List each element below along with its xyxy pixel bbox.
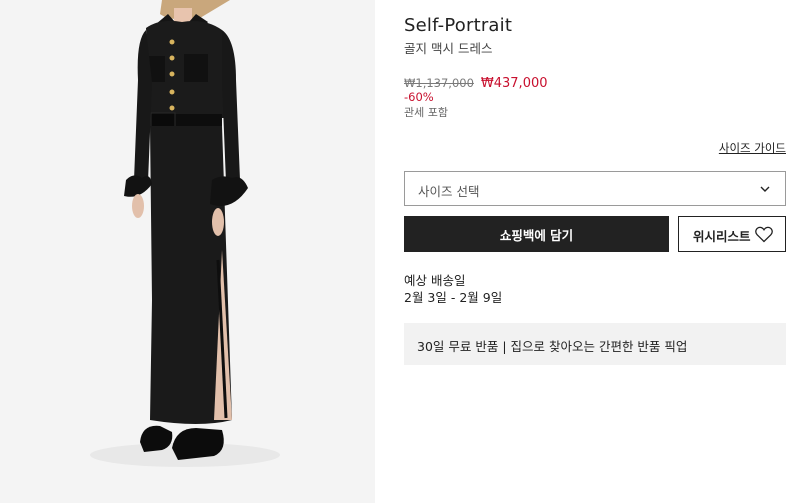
size-guide-link[interactable]: 사이즈 가이드	[719, 140, 786, 156]
brand-name[interactable]: Self-Portrait	[404, 15, 512, 36]
wishlist-label: 위시리스트	[693, 229, 751, 244]
delivery-dates: 2월 3일 - 2월 9일	[404, 290, 503, 305]
returns-text: 30일 무료 반품 | 집으로 찾아오는 간편한 반품 픽업	[417, 339, 688, 354]
returns-info-box: 30일 무료 반품 | 집으로 찾아오는 간편한 반품 픽업	[404, 323, 786, 365]
add-to-bag-button[interactable]: 쇼핑백에 담기	[404, 216, 669, 252]
product-name: 골지 맥시 드레스	[404, 41, 493, 56]
wishlist-button[interactable]: 위시리스트	[678, 216, 786, 252]
product-info-panel: Self-Portrait 골지 맥시 드레스 ₩1,137,000 ₩437,…	[404, 0, 786, 503]
heart-icon	[755, 226, 773, 243]
sale-price: ₩437,000	[480, 76, 548, 91]
size-select-dropdown[interactable]: 사이즈 선택	[404, 171, 786, 206]
price-row: ₩1,137,000 ₩437,000	[404, 75, 548, 91]
product-image[interactable]	[0, 0, 375, 503]
dress-model-illustration	[90, 0, 280, 467]
chevron-down-icon	[760, 186, 770, 192]
discount-badge: -60%	[404, 90, 434, 104]
tax-note: 관세 포함	[404, 106, 448, 119]
original-price: ₩1,137,000	[404, 76, 474, 90]
size-select-label: 사이즈 선택	[418, 184, 480, 199]
